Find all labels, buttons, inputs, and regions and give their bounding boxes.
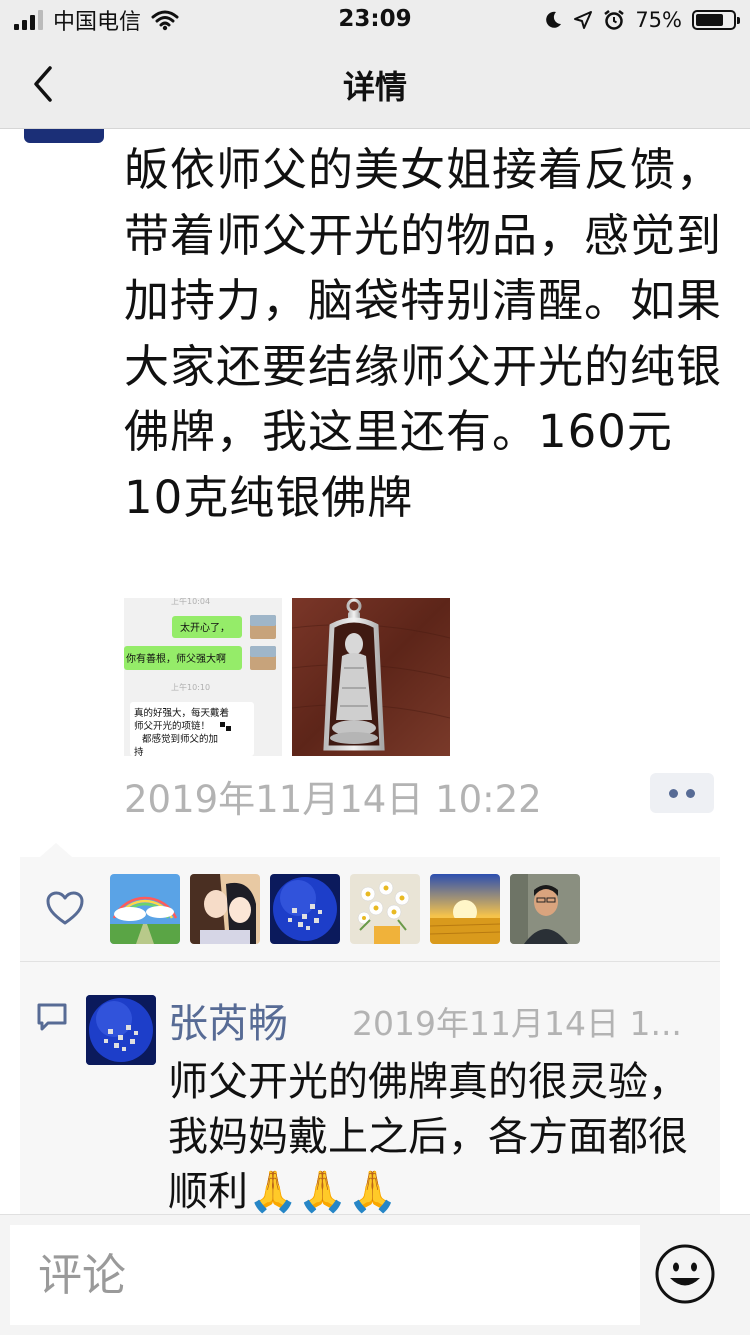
man-portrait-image bbox=[510, 874, 580, 944]
liker-avatar-sunset-field[interactable] bbox=[430, 874, 500, 944]
moment-detail: 皈依师父的美女姐接着反馈，带着师父开光的物品，感觉到加持力，脑袋特别清醒。如果大… bbox=[0, 129, 750, 1214]
nav-bar: 详情 bbox=[0, 40, 750, 129]
commenter-name[interactable]: 张芮畅 bbox=[168, 991, 288, 1049]
comment-text: 师父开光的佛牌真的很灵验，我妈妈戴上之后，各方面都很顺利🙏🙏🙏 bbox=[168, 1059, 688, 1214]
liker-avatar-rainbow-sky[interactable] bbox=[110, 874, 180, 944]
moon-icon bbox=[546, 11, 562, 28]
liker-avatar-anime-couple[interactable] bbox=[190, 874, 260, 944]
likes-row bbox=[20, 857, 720, 961]
liker-avatar-man-portrait[interactable] bbox=[510, 874, 580, 944]
location-icon bbox=[574, 11, 593, 29]
status-bar: 中国电信 23:09 75% bbox=[0, 0, 750, 40]
more-dots-icon bbox=[669, 788, 678, 798]
smiley-face-icon bbox=[655, 1244, 715, 1304]
thumb-bubble-1: 太开心了， bbox=[180, 621, 230, 634]
sunset-field-image bbox=[430, 874, 500, 944]
anime-couple-image bbox=[190, 874, 260, 944]
author-avatar[interactable] bbox=[24, 129, 104, 143]
battery-percent: 75% bbox=[635, 8, 682, 32]
more-actions-button[interactable] bbox=[650, 773, 714, 813]
panel-caret bbox=[40, 843, 72, 857]
page-title: 详情 bbox=[342, 68, 407, 106]
comment-input[interactable] bbox=[10, 1225, 640, 1325]
battery-icon bbox=[692, 10, 740, 30]
silver-buddha-pendant-image bbox=[292, 598, 450, 756]
status-bar-right: 75% bbox=[543, 6, 740, 34]
liker-avatar-daisy-flowers[interactable] bbox=[350, 874, 420, 944]
heart-outline-icon bbox=[46, 891, 84, 925]
interaction-panel: 张芮畅 2019年11月14日 1... 师父开光的佛牌真的很灵验，我妈妈戴上之… bbox=[20, 843, 720, 1214]
thumb-time-1: 上午10:04 bbox=[171, 598, 210, 606]
rainbow-sky-image bbox=[110, 874, 180, 944]
emoji-button[interactable] bbox=[652, 1241, 718, 1307]
comment-bar bbox=[0, 1214, 750, 1335]
thumb-time-2: 上午10:10 bbox=[171, 682, 210, 692]
battery-level bbox=[696, 14, 723, 26]
thumb-bubble-2: 你有善根，师父强大啊 bbox=[126, 652, 226, 665]
daisy-flowers-image bbox=[350, 874, 420, 944]
blue-sphere-image bbox=[86, 995, 156, 1065]
liker-avatar-blue-sphere[interactable] bbox=[270, 874, 340, 944]
thumb-bubble-3-line-2: 师父开光的项链！ bbox=[134, 720, 210, 732]
comment-timestamp: 2019年11月14日 1... bbox=[352, 1004, 682, 1043]
thumb-bubble-3-line-4: 持 bbox=[134, 746, 144, 756]
likes-comments-divider bbox=[20, 961, 720, 962]
post-image-chat-screenshot[interactable]: 上午10:04 太开心了， 你有善根，师父强大啊 上午10:10 真的好强大，每… bbox=[124, 598, 282, 756]
blue-sphere-image bbox=[270, 874, 340, 944]
alarm-icon bbox=[604, 10, 625, 30]
post-image-pendant[interactable] bbox=[292, 598, 450, 756]
thumb-bubble-3-line-3: 都感觉到师父的加 bbox=[142, 733, 218, 745]
comment-bubble-icon bbox=[37, 1003, 67, 1031]
post-text: 皈依师父的美女姐接着反馈，带着师父开光的物品，感觉到加持力，脑袋特别清醒。如果大… bbox=[124, 143, 723, 524]
thumb-bubble-3-line-1: 真的好强大，每天戴着 bbox=[134, 707, 229, 719]
chat-screenshot-image: 上午10:04 太开心了， 你有善根，师父强大啊 上午10:10 真的好强大，每… bbox=[124, 598, 282, 756]
commenter-avatar[interactable] bbox=[86, 995, 156, 1065]
post-timestamp: 2019年11月14日 10:22 bbox=[124, 778, 542, 821]
